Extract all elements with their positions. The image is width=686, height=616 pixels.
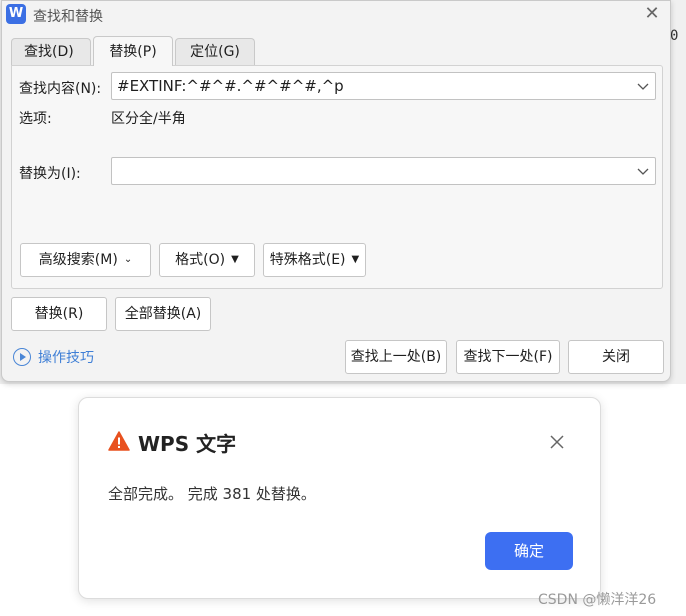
watermark: CSDN @懒洋洋26 (538, 592, 657, 608)
format-label: 格式(O) (175, 252, 226, 268)
double-chevron-down-icon: ⌄ (123, 254, 133, 265)
warning-icon (108, 431, 130, 451)
special-format-label: 特殊格式(E) (269, 252, 346, 268)
options-label: 选项: (19, 111, 52, 127)
ok-button[interactable]: 确定 (485, 532, 573, 570)
close-button[interactable]: 关闭 (568, 340, 664, 374)
tab-bar: 查找(D) 替换(P) 定位(G) (11, 36, 257, 66)
tab-find[interactable]: 查找(D) (11, 38, 91, 66)
play-circle-icon (13, 348, 31, 366)
background-text: 0 (670, 28, 679, 44)
tips-label: 操作技巧 (38, 350, 94, 366)
find-input-value: #EXTINF:^#^#.^#^#^#,^p (117, 77, 344, 95)
special-format-button[interactable]: 特殊格式(E) ▼ (263, 243, 366, 277)
close-icon[interactable] (546, 431, 568, 453)
message-text: 全部完成。 完成 381 处替换。 (108, 485, 316, 503)
advanced-search-label: 高级搜索(M) (38, 252, 118, 268)
tab-replace[interactable]: 替换(P) (93, 36, 173, 66)
advanced-search-button[interactable]: 高级搜索(M) ⌄ (20, 243, 151, 277)
dialog-title: 查找和替换 (33, 9, 103, 25)
find-input[interactable]: #EXTINF:^#^#.^#^#^#,^p (111, 72, 656, 100)
find-previous-button[interactable]: 查找上一处(B) (345, 340, 447, 374)
operation-tips-link[interactable]: 操作技巧 (13, 346, 94, 368)
replace-all-button[interactable]: 全部替换(A) (115, 297, 211, 331)
find-label: 查找内容(N): (19, 81, 102, 97)
close-icon[interactable]: ✕ (640, 2, 664, 26)
wps-writer-icon: W (6, 4, 26, 24)
chevron-down-icon[interactable] (637, 164, 649, 178)
replace-button[interactable]: 替换(R) (11, 297, 107, 331)
chevron-down-icon[interactable] (637, 79, 649, 93)
replace-input[interactable] (111, 157, 656, 185)
tab-goto[interactable]: 定位(G) (175, 38, 255, 66)
find-next-button[interactable]: 查找下一处(F) (456, 340, 560, 374)
format-button[interactable]: 格式(O) ▼ (159, 243, 255, 277)
replace-label: 替换为(I): (19, 166, 81, 182)
dropdown-arrow-icon: ▼ (351, 254, 360, 265)
title-bar[interactable]: W 查找和替换 ✕ (2, 1, 670, 29)
dropdown-arrow-icon: ▼ (231, 254, 239, 265)
replace-panel: 查找内容(N): #EXTINF:^#^#.^#^#^#,^p 选项: 区分全/… (11, 65, 663, 289)
find-replace-dialog: W 查找和替换 ✕ 查找(D) 替换(P) 定位(G) 查找内容(N): #EX… (1, 0, 671, 382)
message-title: WPS 文字 (138, 432, 237, 456)
completion-message-box: WPS 文字 全部完成。 完成 381 处替换。 确定 (78, 397, 601, 599)
options-value: 区分全/半角 (111, 111, 186, 127)
